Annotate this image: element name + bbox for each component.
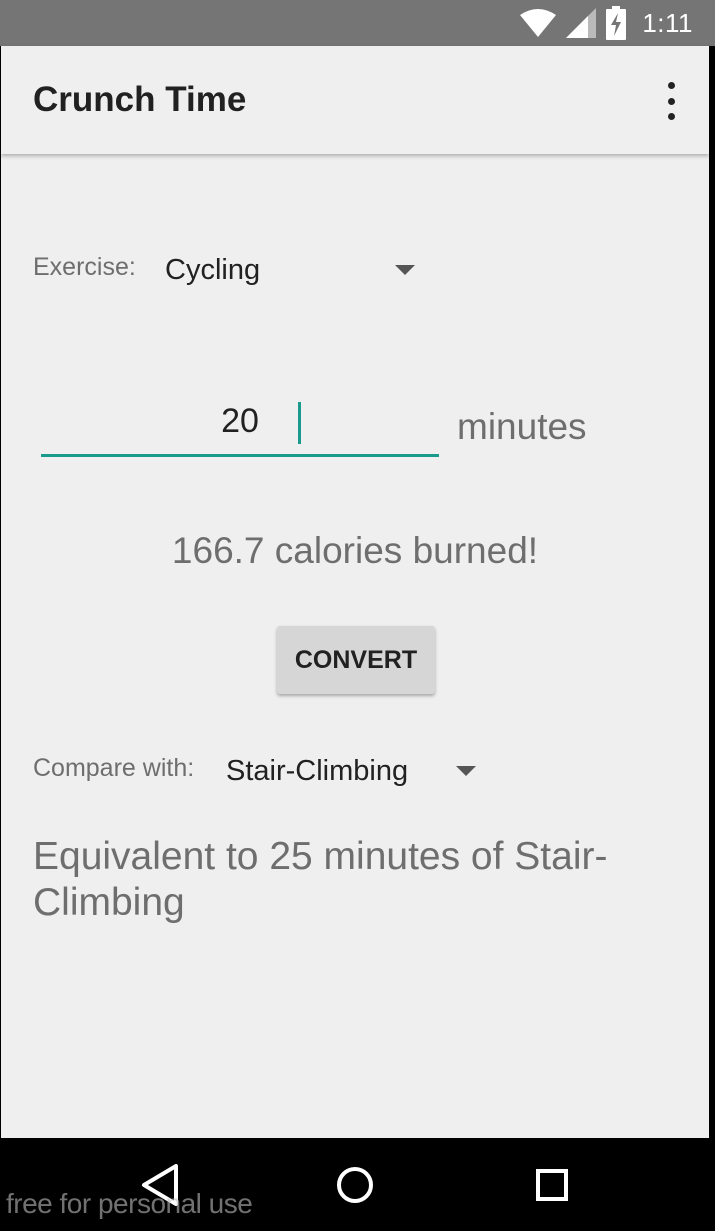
recents-icon[interactable] — [527, 1160, 577, 1210]
text-cursor — [298, 402, 301, 444]
minutes-unit-label: minutes — [457, 406, 587, 447]
exercise-label: Exercise: — [33, 253, 136, 281]
app-bar: Crunch Time — [1, 46, 709, 154]
exercise-spinner[interactable]: Cycling — [165, 250, 417, 290]
home-icon[interactable] — [330, 1160, 380, 1210]
status-time: 1:11 — [642, 7, 693, 38]
equivalent-text: Equivalent to 25 minutes of Stair-Climbi… — [33, 835, 608, 924]
calories-result: 166.7 calories burned! — [171, 530, 539, 571]
dropdown-arrow-icon — [395, 265, 415, 275]
battery-charging-icon — [606, 6, 627, 40]
convert-button[interactable]: CONVERT — [277, 626, 435, 694]
duration-input[interactable] — [41, 390, 439, 452]
compare-spinner-value: Stair-Climbing — [226, 754, 409, 787]
cell-signal-icon — [566, 8, 597, 38]
dropdown-arrow-icon — [456, 766, 476, 776]
menu-dot — [667, 113, 675, 120]
app-title: Crunch Time — [33, 80, 247, 119]
exercise-spinner-value: Cycling — [165, 253, 261, 286]
app-content: Crunch Time Exercise: Cycling minutes 16… — [1, 46, 709, 1138]
watermark-text: free for personal use — [6, 1188, 253, 1219]
duration-input-container[interactable] — [41, 390, 439, 457]
overflow-menu-icon[interactable] — [661, 82, 681, 120]
menu-dot — [667, 82, 675, 89]
status-icons: 1:11 — [520, 6, 693, 40]
wifi-icon — [520, 9, 557, 37]
menu-dot — [667, 97, 675, 105]
compare-spinner[interactable]: Stair-Climbing — [226, 751, 478, 791]
status-bar: 1:11 — [0, 0, 715, 46]
compare-label: Compare with: — [33, 754, 195, 782]
phone-screen: 1:11 Crunch Time Exercise: Cycling minut… — [0, 0, 715, 1231]
